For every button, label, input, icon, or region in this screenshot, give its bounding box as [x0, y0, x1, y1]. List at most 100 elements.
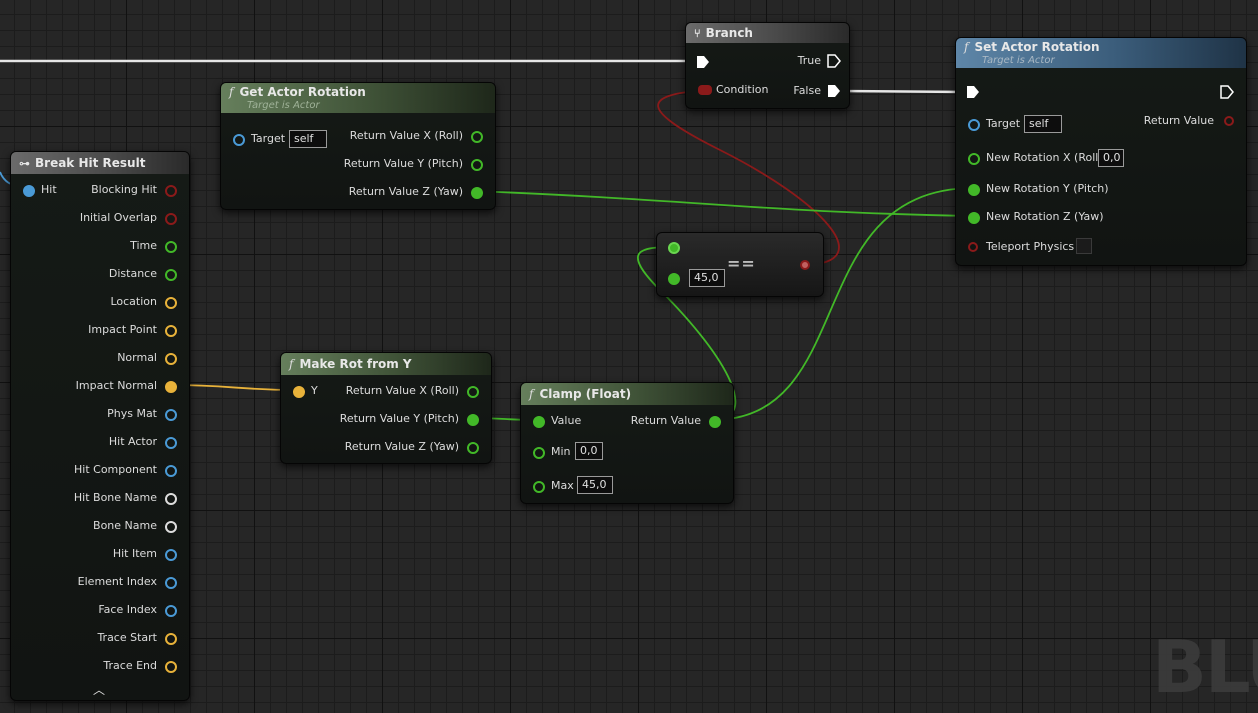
hit-input-label: Hit [41, 183, 57, 196]
break-hit-output-pin[interactable] [165, 409, 177, 421]
equal-result-pin[interactable] [800, 260, 810, 270]
function-icon: f [229, 85, 234, 99]
new-rotation-y-pin[interactable] [968, 184, 980, 196]
branch-true-label: True [797, 54, 821, 67]
clamp-min-label: Min [551, 445, 571, 458]
set-return-value-pin[interactable] [1224, 116, 1234, 126]
set-target-pin[interactable] [968, 119, 980, 131]
branch-true-pin[interactable] [827, 54, 841, 68]
exec-wire-false-to-set [837, 89, 969, 94]
return-z-label: Return Value Z (Yaw) [348, 185, 463, 198]
clamp-min-pin[interactable] [533, 447, 545, 459]
break-hit-output-label: Initial Overlap [79, 211, 157, 224]
teleport-physics-label: Teleport Physics [986, 240, 1075, 253]
clamp-return-label: Return Value [630, 414, 701, 427]
break-hit-output-pin[interactable] [165, 521, 177, 533]
branch-false-label: False [793, 84, 821, 97]
branch-exec-in-pin[interactable] [696, 55, 710, 69]
new-rotation-x-pin[interactable] [968, 153, 980, 165]
break-hit-output-pin[interactable] [165, 213, 177, 225]
return-y-pin[interactable] [471, 159, 483, 171]
break-hit-result-header[interactable]: ⊶ Break Hit Result [11, 152, 189, 174]
break-hit-output-pin[interactable] [165, 661, 177, 673]
clamp-max-label: Max [551, 479, 574, 492]
equal-a-pin[interactable] [668, 242, 680, 254]
branch-false-pin[interactable] [827, 84, 841, 98]
break-hit-output-pin[interactable] [165, 465, 177, 477]
clamp-value-label: Value [551, 414, 582, 427]
break-hit-output-label: Phys Mat [107, 407, 157, 420]
y-input-pin[interactable] [293, 386, 305, 398]
break-hit-output-pin[interactable] [165, 633, 177, 645]
get-actor-rotation-node[interactable]: f Get Actor Rotation Target is Actor Targ… [220, 82, 496, 210]
break-hit-output-pin[interactable] [165, 493, 177, 505]
break-hit-output-pin[interactable] [165, 577, 177, 589]
return-x-pin[interactable] [471, 131, 483, 143]
set-target-label: Target [986, 117, 1021, 130]
equal-b-field[interactable]: 45,0 [689, 269, 725, 287]
target-input-pin[interactable] [233, 134, 245, 146]
break-hit-output-label: Trace Start [97, 631, 157, 644]
new-rotation-x-label: New Rotation X (Roll) [986, 151, 1103, 164]
set-exec-out-pin[interactable] [1220, 85, 1234, 99]
equal-node[interactable]: 45,0 == [656, 232, 824, 297]
make-rot-from-y-node[interactable]: f Make Rot from Y Y Return Value X (Roll… [280, 352, 492, 464]
make-rot-from-y-title: Make Rot from Y [299, 357, 412, 371]
clamp-float-header[interactable]: f Clamp (Float) [521, 383, 733, 405]
teleport-physics-pin[interactable] [968, 242, 978, 252]
hit-input-pin[interactable] [23, 185, 35, 197]
set-actor-rotation-title: Set Actor Rotation [974, 40, 1100, 54]
break-hit-output-label: Hit Actor [108, 435, 157, 448]
branch-title: Branch [705, 26, 753, 40]
break-hit-output-label: Impact Point [88, 323, 157, 336]
clamp-max-pin[interactable] [533, 481, 545, 493]
break-hit-output-pin[interactable] [165, 325, 177, 337]
make-rot-return-y-label: Return Value Y (Pitch) [339, 412, 459, 425]
break-hit-output-label: Face Index [98, 603, 157, 616]
chevron-up-icon[interactable]: ︿ [93, 681, 105, 698]
break-hit-output-pin[interactable] [165, 353, 177, 365]
clamp-return-pin[interactable] [709, 416, 721, 428]
condition-pin[interactable] [698, 85, 712, 95]
teleport-physics-checkbox[interactable] [1076, 238, 1092, 254]
clamp-min-field[interactable]: 0,0 [575, 442, 603, 460]
clamp-value-pin[interactable] [533, 416, 545, 428]
break-hit-output-pin[interactable] [165, 437, 177, 449]
set-actor-rotation-header[interactable]: f Set Actor Rotation Target is Actor [956, 38, 1246, 68]
break-hit-result-node[interactable]: ⊶ Break Hit Result Hit Blocking Hit Initi… [10, 151, 190, 701]
break-hit-output-label: Blocking Hit [91, 183, 157, 196]
return-z-pin[interactable] [471, 187, 483, 199]
make-rot-return-x-label: Return Value X (Roll) [345, 384, 459, 397]
break-hit-output-pin[interactable] [165, 549, 177, 561]
make-rot-return-x-pin[interactable] [467, 386, 479, 398]
make-rot-from-y-header[interactable]: f Make Rot from Y [281, 353, 491, 375]
get-actor-rotation-header[interactable]: f Get Actor Rotation Target is Actor [221, 83, 495, 113]
break-hit-output-pin[interactable] [165, 185, 177, 197]
set-target-self-field[interactable]: self [1024, 115, 1062, 133]
float-wire-yaw [473, 190, 973, 217]
break-hit-output-pin[interactable] [165, 241, 177, 253]
equal-b-pin[interactable] [668, 273, 680, 285]
target-self-field[interactable]: self [289, 130, 327, 148]
set-exec-in-pin[interactable] [966, 85, 980, 99]
clamp-max-field[interactable]: 45,0 [577, 476, 613, 494]
branch-node[interactable]: ⑂ Branch True Condition False [685, 22, 850, 109]
make-rot-return-z-pin[interactable] [467, 442, 479, 454]
condition-label: Condition [716, 83, 769, 96]
function-icon: f [289, 357, 294, 371]
break-hit-output-label: Hit Component [74, 463, 157, 476]
clamp-float-node[interactable]: f Clamp (Float) Value Return Value Min 0… [520, 382, 734, 504]
function-icon: f [964, 40, 969, 54]
break-hit-output-pin[interactable] [165, 381, 177, 393]
break-hit-output-pin[interactable] [165, 297, 177, 309]
branch-header[interactable]: ⑂ Branch [686, 23, 849, 43]
break-hit-output-pin[interactable] [165, 269, 177, 281]
make-rot-return-y-pin[interactable] [467, 414, 479, 426]
break-hit-output-label: Hit Item [112, 547, 157, 560]
new-rotation-x-field[interactable]: 0,0 [1098, 149, 1124, 167]
break-hit-output-pin[interactable] [165, 605, 177, 617]
set-actor-rotation-node[interactable]: f Set Actor Rotation Target is Actor Targ… [955, 37, 1247, 266]
new-rotation-z-pin[interactable] [968, 212, 980, 224]
y-input-label: Y [311, 384, 318, 397]
break-hit-output-label: Element Index [77, 575, 157, 588]
